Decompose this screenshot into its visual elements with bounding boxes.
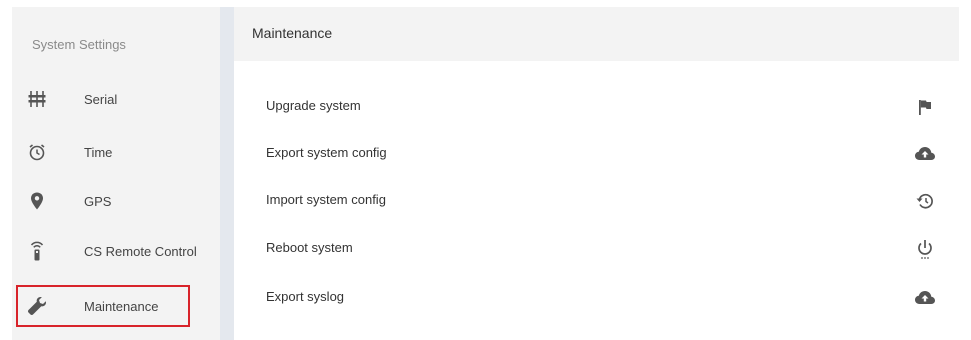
row-label: Upgrade system bbox=[266, 98, 361, 113]
sidebar-item-label: GPS bbox=[84, 193, 112, 209]
restore-icon[interactable] bbox=[914, 190, 936, 212]
selection-highlight bbox=[16, 285, 190, 327]
remote-control-icon bbox=[26, 240, 48, 262]
row-export-system-config[interactable]: Export system config bbox=[234, 131, 959, 177]
main-header: Maintenance bbox=[234, 7, 959, 61]
serial-ports-icon bbox=[26, 88, 48, 110]
sidebar-divider bbox=[220, 7, 234, 340]
row-reboot-system[interactable]: Reboot system bbox=[234, 226, 959, 272]
sidebar-item-serial[interactable]: Serial bbox=[12, 76, 220, 122]
top-margin bbox=[0, 0, 971, 7]
sidebar-item-gps[interactable]: GPS bbox=[12, 178, 220, 224]
row-upgrade-system[interactable]: Upgrade system bbox=[234, 84, 959, 130]
page-title: Maintenance bbox=[252, 25, 333, 41]
location-pin-icon bbox=[26, 190, 48, 212]
row-label: Export syslog bbox=[266, 289, 345, 304]
cloud-upload-icon[interactable] bbox=[914, 143, 936, 165]
sidebar-item-label: CS Remote Control bbox=[84, 243, 197, 259]
row-import-system-config[interactable]: Import system config bbox=[234, 178, 959, 224]
sidebar-title: System Settings bbox=[32, 37, 126, 52]
sidebar-item-label: Serial bbox=[84, 91, 118, 107]
row-label: Export system config bbox=[266, 145, 387, 160]
row-label: Import system config bbox=[266, 192, 386, 207]
sidebar: System Settings Serial Time GPS CS Remot… bbox=[12, 7, 220, 340]
sidebar-item-time[interactable]: Time bbox=[12, 129, 220, 175]
time-icon bbox=[26, 141, 48, 163]
flag-icon[interactable] bbox=[914, 96, 936, 118]
sidebar-item-label: Time bbox=[84, 144, 113, 160]
row-label: Reboot system bbox=[266, 240, 353, 255]
cloud-upload-icon[interactable] bbox=[914, 287, 936, 309]
power-icon[interactable] bbox=[914, 238, 936, 260]
sidebar-item-cs-remote-control[interactable]: CS Remote Control bbox=[12, 228, 220, 274]
row-export-syslog[interactable]: Export syslog bbox=[234, 275, 959, 321]
